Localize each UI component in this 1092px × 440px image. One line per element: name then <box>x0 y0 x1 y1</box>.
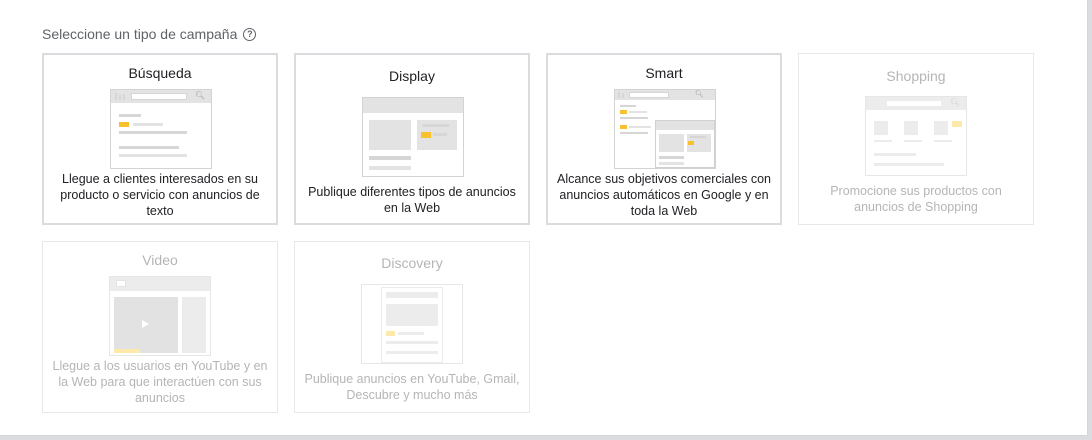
card-title: Video <box>142 252 178 268</box>
card-description: Alcance sus objetivos comerciales con an… <box>557 172 771 218</box>
campaign-card-discovery: Discovery Publique anuncios en YouTube, … <box>294 241 530 413</box>
card-description: Llegue a los usuarios en YouTube y en la… <box>52 359 268 405</box>
discovery-illustration-icon <box>361 284 463 364</box>
campaign-type-panel: Seleccione un tipo de campaña ? Búsqueda… <box>0 0 1088 436</box>
play-icon <box>142 320 149 328</box>
card-description: Llegue a clientes interesados en su prod… <box>60 172 260 218</box>
display-illustration-icon <box>362 97 464 177</box>
card-description: Publique diferentes tipos de anuncios en… <box>308 185 516 215</box>
heading-text: Seleccione un tipo de campaña <box>42 26 238 42</box>
campaign-card-shopping: Shopping 🔍︎ Promocione sus productos con… <box>798 53 1034 225</box>
card-title: Discovery <box>381 255 443 271</box>
shopping-illustration-icon: 🔍︎ <box>865 96 967 176</box>
campaign-type-heading: Seleccione un tipo de campaña ? <box>42 26 257 42</box>
card-description: Publique anuncios en YouTube, Gmail, Des… <box>304 372 520 402</box>
card-title: Shopping <box>886 68 946 84</box>
search-illustration-icon: 🔍︎ <box>110 89 212 169</box>
card-title: Display <box>389 68 435 84</box>
smart-illustration-icon: 🔍︎ <box>614 89 716 169</box>
card-description: Promocione sus productos con anuncios de… <box>830 184 1002 214</box>
campaign-card-smart[interactable]: Smart 🔍︎ Alcance sus objetivos comercial… <box>546 53 782 225</box>
card-title: Smart <box>645 65 683 81</box>
campaign-card-search[interactable]: Búsqueda 🔍︎ Llegue a clientes interesado… <box>42 53 278 225</box>
video-illustration-icon <box>109 276 211 356</box>
campaign-card-video: Video Llegue a los usuarios en YouTube y… <box>42 241 278 413</box>
question-circle-icon[interactable]: ? <box>243 27 257 41</box>
card-title: Búsqueda <box>128 65 192 81</box>
campaign-card-display[interactable]: Display Publique diferentes tipos de anu… <box>294 53 530 225</box>
